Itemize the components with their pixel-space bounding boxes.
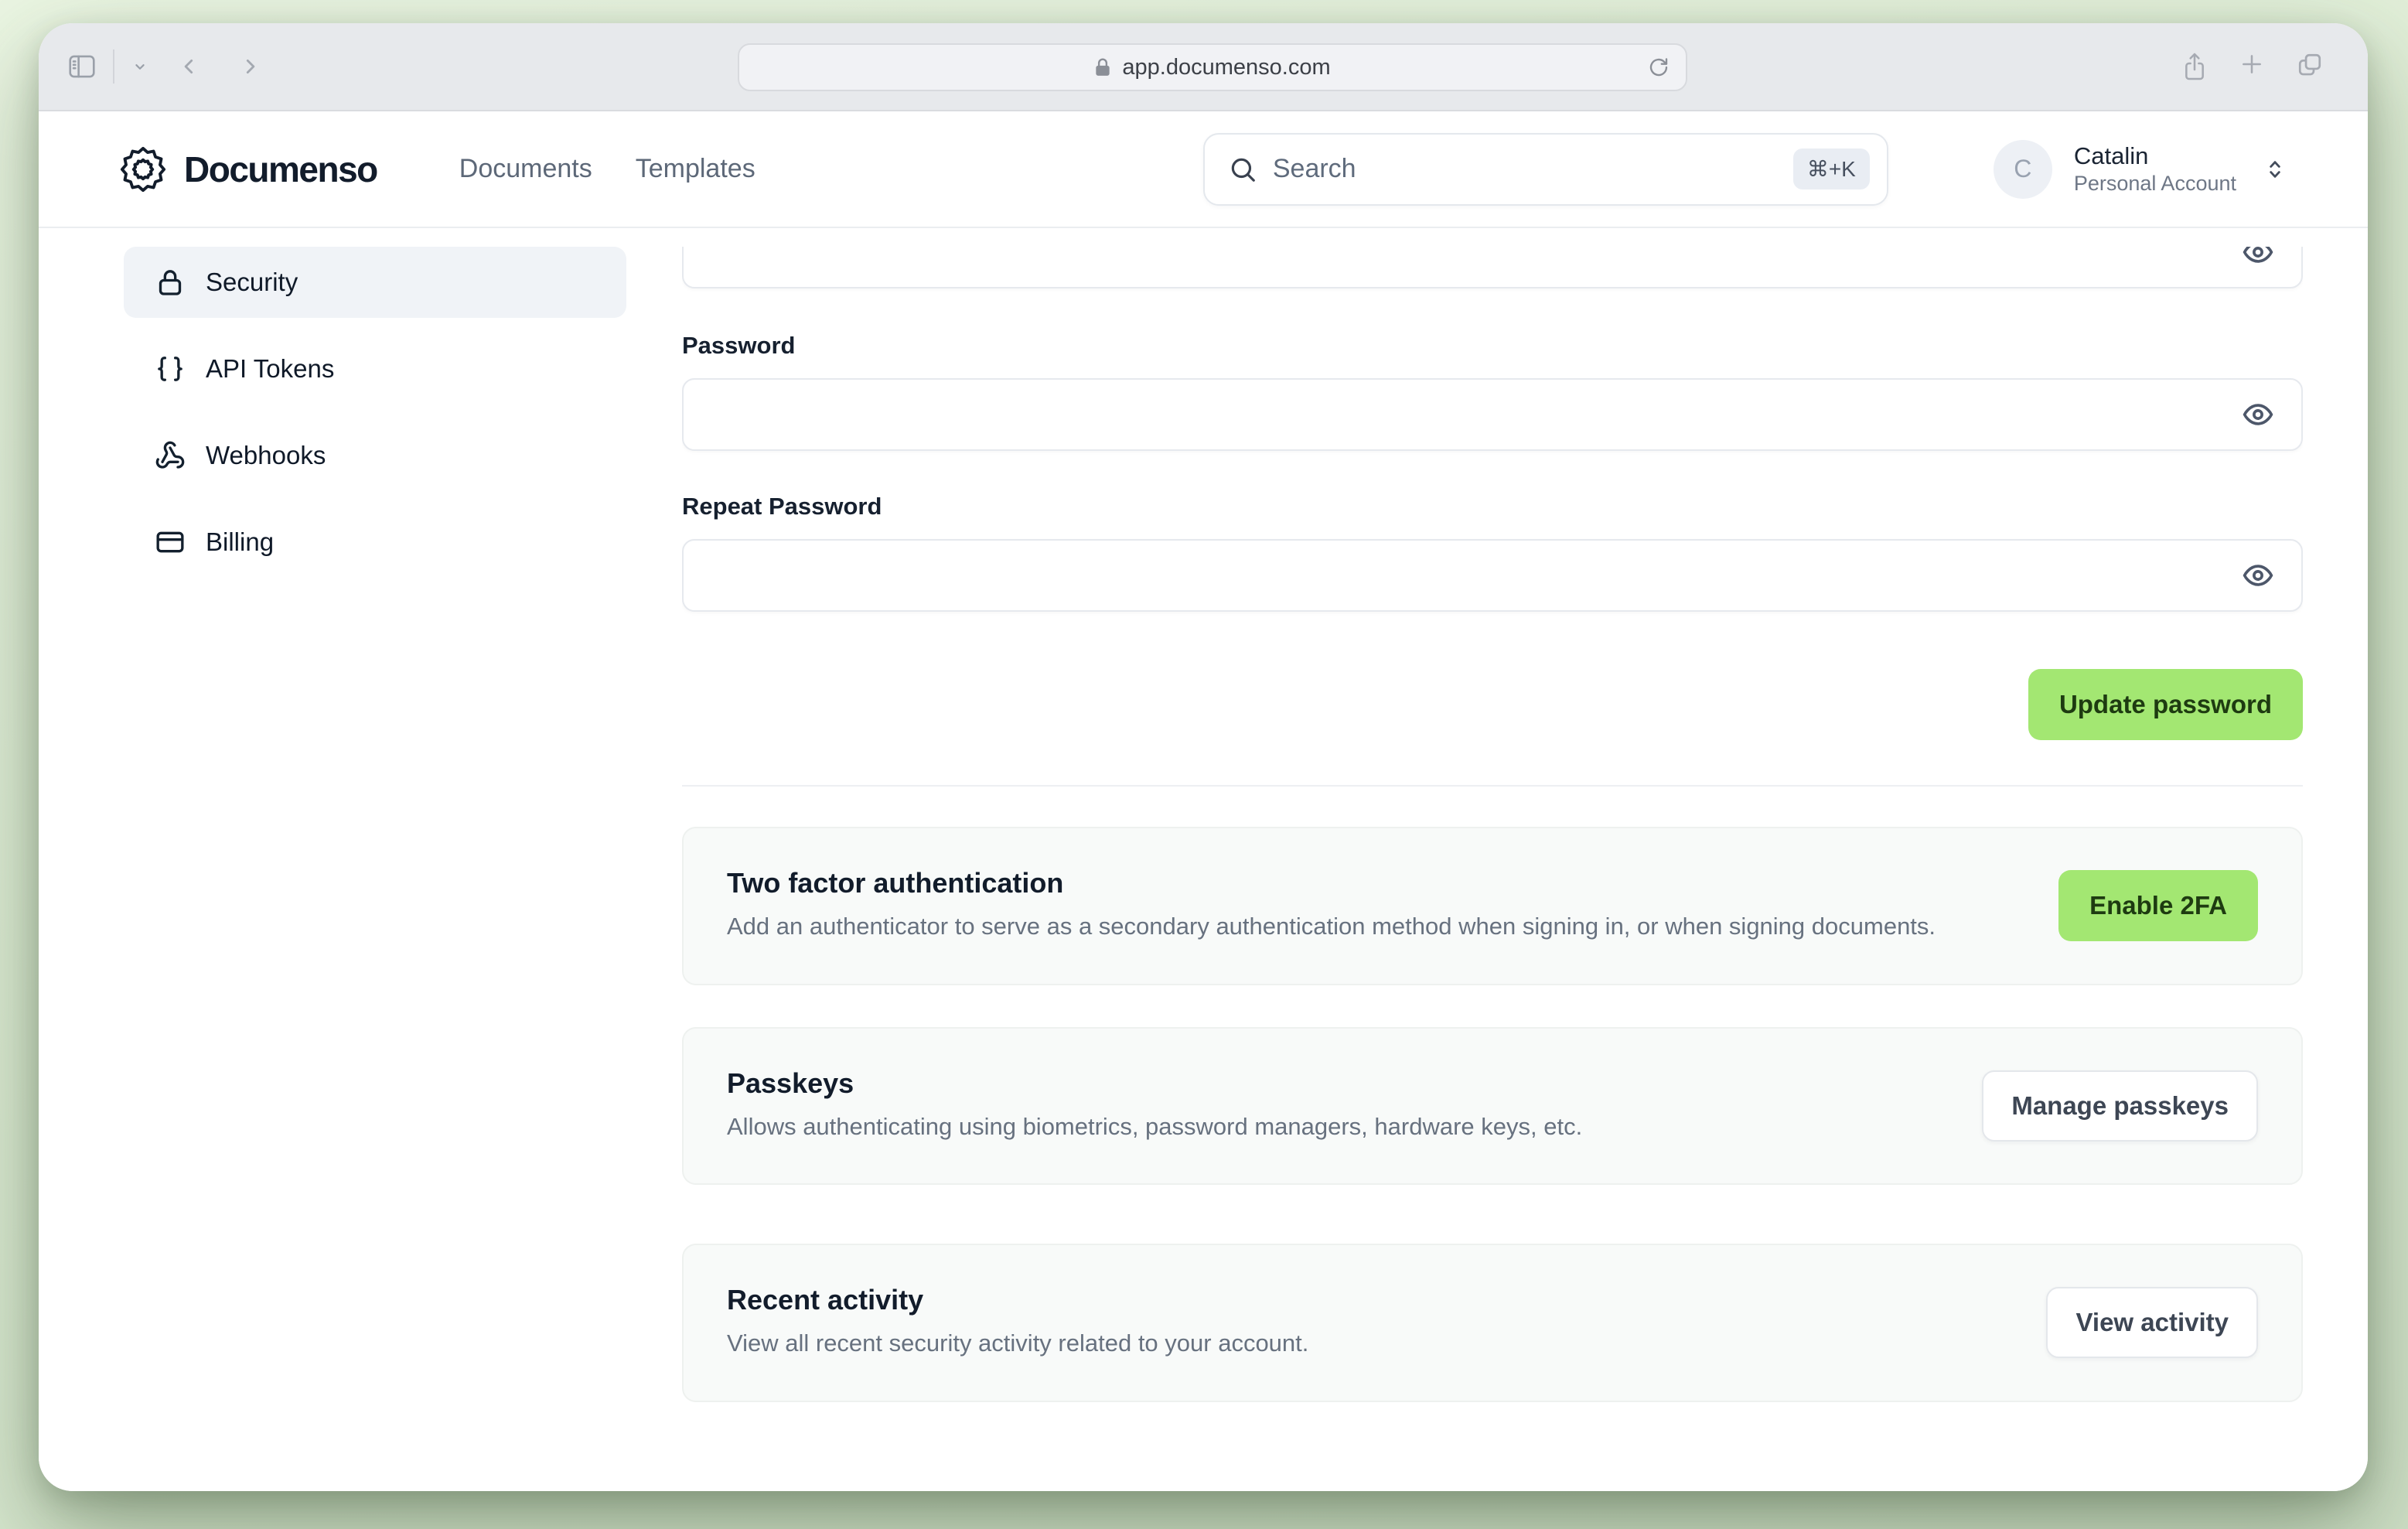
nav-templates[interactable]: Templates bbox=[636, 154, 755, 184]
eye-icon[interactable] bbox=[2241, 398, 2275, 432]
two-factor-description: Add an authenticator to serve as a secon… bbox=[727, 913, 1936, 940]
password-input[interactable] bbox=[684, 380, 2301, 449]
sidebar-item-label: Security bbox=[206, 268, 298, 296]
passkeys-title: Passkeys bbox=[727, 1067, 854, 1099]
sidebar-menu-chevron-icon[interactable] bbox=[131, 58, 148, 75]
recent-activity-description: View all recent security activity relate… bbox=[727, 1329, 1309, 1357]
view-activity-button[interactable]: View activity bbox=[2046, 1287, 2258, 1359]
account-name: Catalin bbox=[2073, 142, 2149, 170]
section-divider bbox=[682, 785, 2303, 787]
search-icon bbox=[1228, 155, 1257, 184]
password-label: Password bbox=[682, 332, 796, 359]
documenso-logo[interactable]: Documenso bbox=[119, 145, 378, 193]
account-menu[interactable]: C Catalin Personal Account bbox=[1993, 139, 2287, 199]
brand-name: Documenso bbox=[184, 148, 378, 189]
toolbar-divider bbox=[113, 49, 114, 84]
repeat-password-label: Repeat Password bbox=[682, 493, 882, 520]
sidebar-item-billing[interactable]: Billing bbox=[124, 507, 626, 578]
sidebar-toggle-icon[interactable] bbox=[68, 54, 96, 79]
documenso-logo-icon bbox=[120, 146, 166, 192]
eye-icon[interactable] bbox=[2241, 558, 2275, 592]
two-factor-title: Two factor authentication bbox=[727, 867, 1064, 899]
sidebar-item-label: Webhooks bbox=[206, 441, 326, 469]
search-bar[interactable]: ⌘+K bbox=[1202, 132, 1888, 206]
repeat-password-field[interactable] bbox=[682, 539, 2303, 612]
two-factor-card: Two factor authentication Add an authent… bbox=[682, 827, 2303, 985]
credit-card-icon bbox=[155, 527, 186, 558]
chevrons-up-down-icon bbox=[2263, 155, 2287, 184]
avatar: C bbox=[1993, 139, 2052, 199]
reload-icon[interactable] bbox=[1647, 56, 1670, 79]
address-bar[interactable]: app.documenso.com bbox=[738, 43, 1687, 91]
main-nav: Documents Templates bbox=[459, 154, 755, 184]
current-password-field[interactable] bbox=[682, 247, 2303, 288]
sidebar-item-label: Billing bbox=[206, 527, 275, 556]
enable-2fa-button[interactable]: Enable 2FA bbox=[2058, 870, 2258, 942]
browser-window: app.documenso.com Documenso Documents Te… bbox=[39, 23, 2368, 1491]
recent-activity-title: Recent activity bbox=[727, 1284, 924, 1316]
search-shortcut-badge: ⌘+K bbox=[1792, 148, 1870, 189]
sidebar-item-security[interactable]: Security bbox=[124, 247, 626, 318]
passkeys-card: Passkeys Allows authenticating using bio… bbox=[682, 1026, 2303, 1185]
braces-icon bbox=[155, 353, 186, 384]
search-input[interactable] bbox=[1272, 154, 1778, 184]
tls-lock-icon bbox=[1094, 57, 1111, 77]
current-password-input[interactable] bbox=[684, 247, 2301, 287]
settings-sidebar: Security API Tokens Webhooks Billing bbox=[124, 247, 626, 1491]
security-settings-panel: Password Repeat Password Update password bbox=[682, 247, 2303, 1491]
recent-activity-card: Recent activity View all recent security… bbox=[682, 1244, 2303, 1402]
password-field[interactable] bbox=[682, 378, 2303, 451]
account-type: Personal Account bbox=[2073, 171, 2236, 195]
update-password-button[interactable]: Update password bbox=[2028, 669, 2303, 740]
nav-documents[interactable]: Documents bbox=[459, 154, 592, 184]
sidebar-item-label: API Tokens bbox=[206, 354, 335, 383]
sidebar-item-webhooks[interactable]: Webhooks bbox=[124, 420, 626, 491]
sidebar-item-api-tokens[interactable]: API Tokens bbox=[124, 333, 626, 404]
desktop-background: app.documenso.com Documenso Documents Te… bbox=[0, 0, 2408, 1529]
lock-icon bbox=[155, 267, 186, 298]
eye-icon[interactable] bbox=[2241, 247, 2275, 269]
tab-overview-icon[interactable] bbox=[2297, 52, 2323, 81]
new-tab-icon[interactable] bbox=[2239, 52, 2264, 81]
share-icon[interactable] bbox=[2182, 52, 2207, 81]
forward-icon[interactable] bbox=[240, 55, 260, 78]
manage-passkeys-button[interactable]: Manage passkeys bbox=[1982, 1070, 2258, 1142]
app-header: Documenso Documents Templates ⌘+K C Cata… bbox=[39, 111, 2368, 228]
back-icon[interactable] bbox=[179, 55, 200, 78]
url-text: app.documenso.com bbox=[1122, 54, 1331, 80]
repeat-password-input[interactable] bbox=[684, 541, 2301, 610]
passkeys-description: Allows authenticating using biometrics, … bbox=[727, 1112, 1583, 1140]
webhook-icon bbox=[155, 440, 186, 471]
browser-toolbar: app.documenso.com bbox=[39, 23, 2368, 111]
